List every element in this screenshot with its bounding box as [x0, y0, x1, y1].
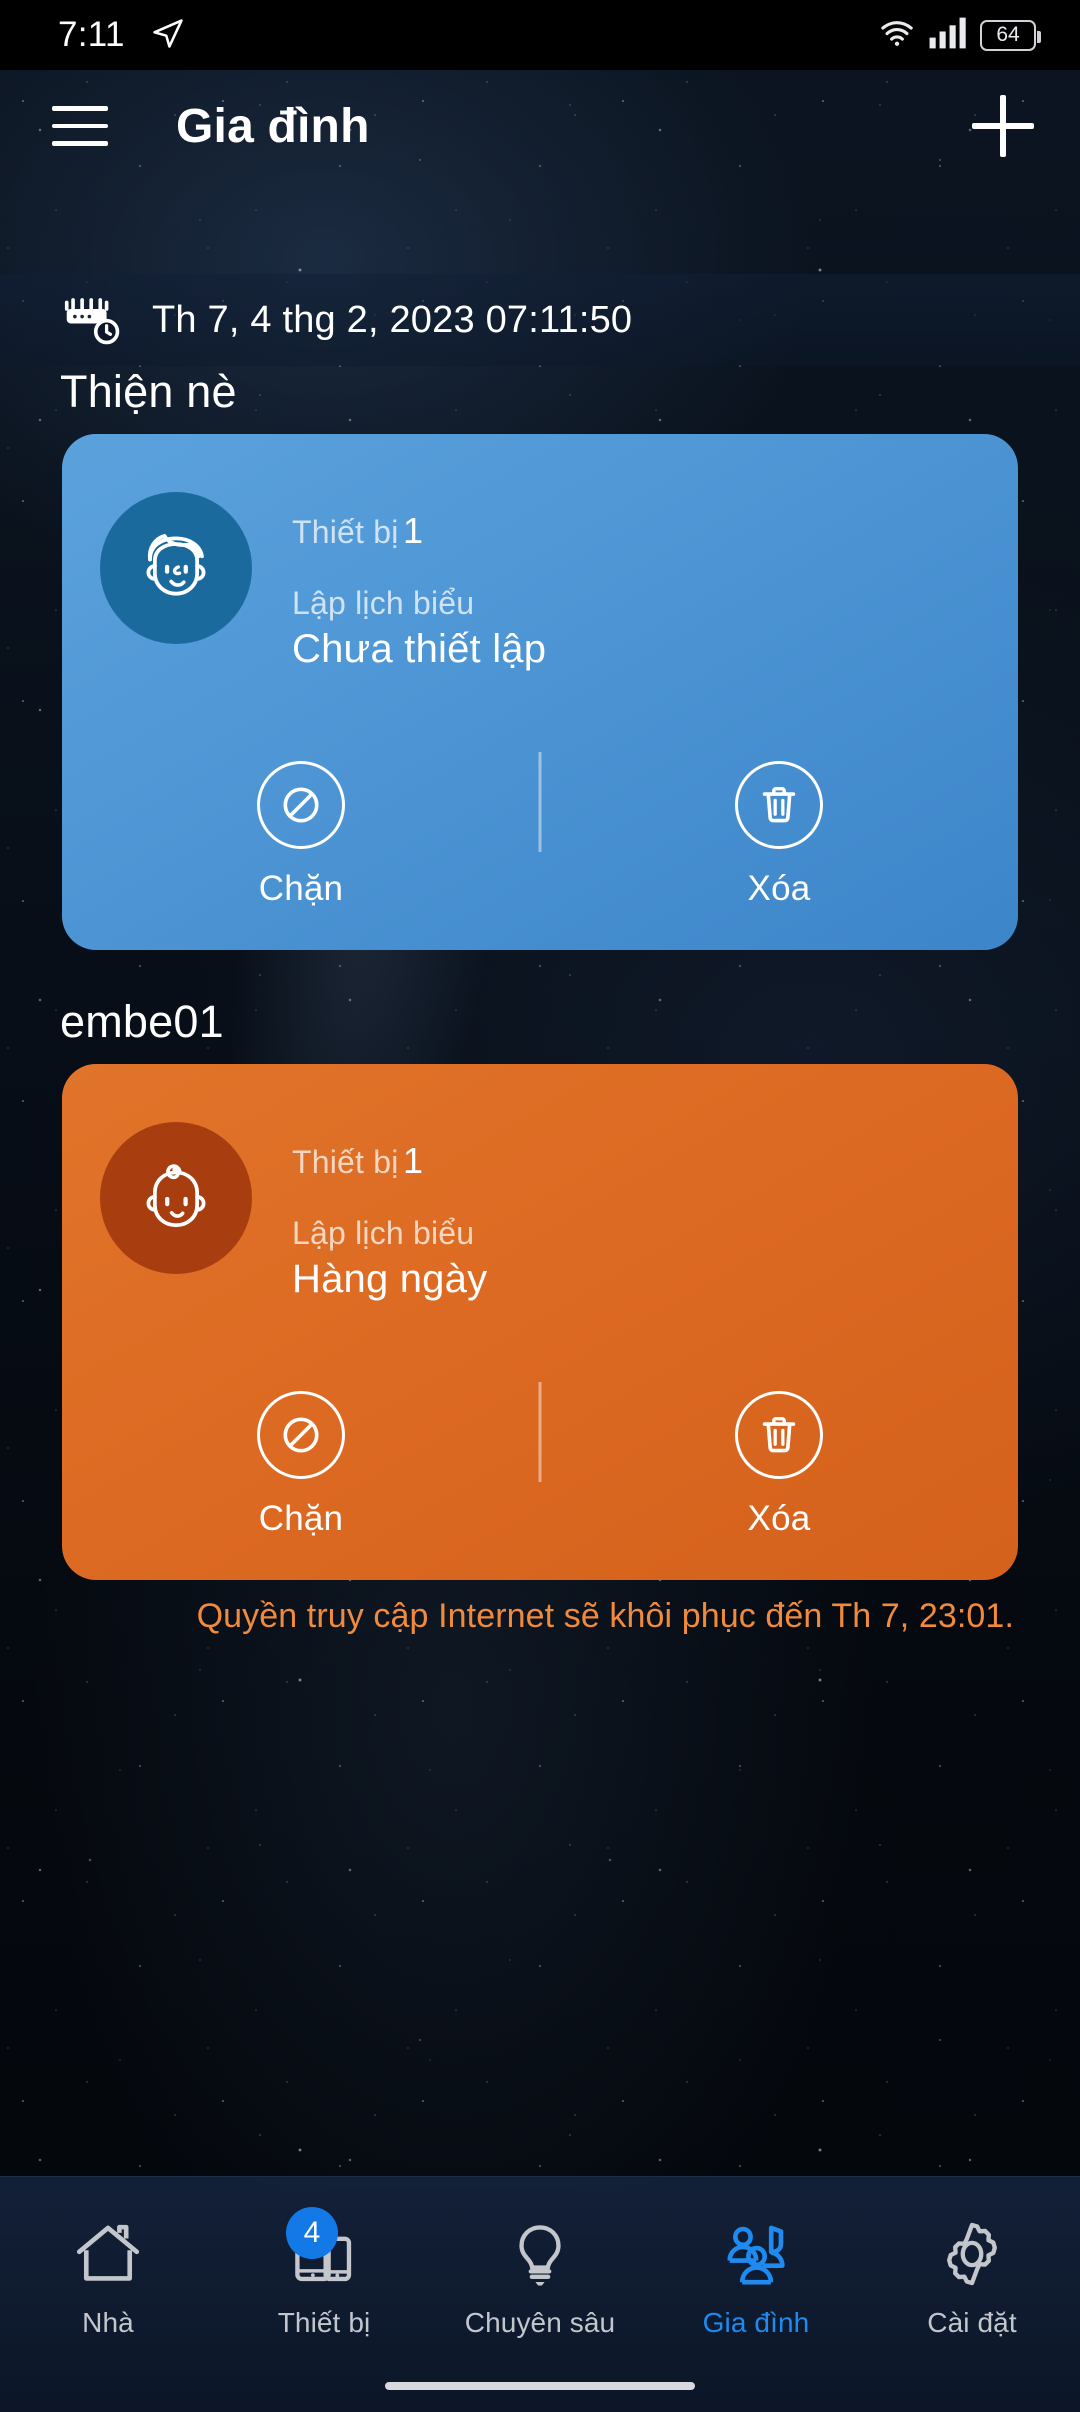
device-count-row: Thiết bị 1 [292, 1140, 487, 1182]
profile-card-info: Thiết bị 1 Lập lịch biểu Hàng ngày [292, 1122, 487, 1302]
router-clock-icon [62, 289, 124, 352]
home-indicator[interactable] [385, 2382, 695, 2390]
battery-level-label: 64 [996, 23, 1020, 46]
avatar [100, 492, 252, 644]
device-count-label: Thiết bị [292, 514, 399, 550]
trash-icon [735, 761, 823, 850]
delete-button[interactable]: Xóa [540, 761, 1018, 909]
devices-badge: 4 [286, 2207, 338, 2259]
nav-label-family: Gia đình [702, 2307, 810, 2338]
profile-card[interactable]: Thiết bị 1 Lập lịch biểu Chưa thiết lập [62, 434, 1018, 951]
page-title: Gia đình [176, 99, 370, 153]
profile-block: Thiện nè Thiết bị 1 Lập lịch biểu Chưa t… [0, 366, 1080, 951]
profile-card-actions: Chặn Xóa [62, 1350, 1018, 1580]
delete-button-label: Xóa [747, 1499, 811, 1539]
schedule-value: Chưa thiết lập [292, 627, 547, 672]
block-icon [257, 761, 345, 850]
battery-indicator: 64 [980, 19, 1041, 51]
schedule-row: Lập lịch biểu Chưa thiết lập [292, 585, 547, 672]
block-button-label: Chặn [258, 869, 344, 909]
profiles-list: Thiện nè Thiết bị 1 Lập lịch biểu Chưa t… [0, 366, 1080, 2136]
delete-button-label: Xóa [747, 869, 811, 909]
device-count-value: 1 [403, 1140, 424, 1182]
router-time-bar: Th 7, 4 thg 2, 2023 07:11:50 [0, 274, 1080, 366]
actions-divider [538, 1382, 542, 1483]
nav-item-devices[interactable]: 4 Thiết bị [216, 2207, 432, 2339]
schedule-label: Lập lịch biểu [292, 585, 475, 621]
home-icon [70, 2211, 146, 2297]
family-group-icon [718, 2211, 794, 2297]
nav-label-home: Nhà [82, 2307, 134, 2338]
devices-icon: 4 [286, 2207, 362, 2297]
block-icon [257, 1391, 345, 1480]
schedule-value: Hàng ngày [292, 1257, 488, 1302]
nav-item-settings[interactable]: Cài đặt [864, 2211, 1080, 2339]
send-icon [151, 16, 185, 55]
profile-card-header: Thiết bị 1 Lập lịch biểu Hàng ngày [62, 1100, 1018, 1302]
hamburger-menu-icon[interactable] [52, 106, 108, 147]
wifi-icon [878, 16, 916, 55]
schedule-label: Lập lịch biểu [292, 1215, 475, 1252]
profile-card-header: Thiết bị 1 Lập lịch biểu Chưa thiết lập [62, 470, 1018, 672]
actions-divider [538, 752, 542, 853]
nav-item-insights[interactable]: Chuyên sâu [432, 2211, 648, 2339]
device-count-label: Thiết bị [292, 1144, 399, 1181]
block-button[interactable]: Chặn [62, 1391, 540, 1539]
avatar [100, 1122, 252, 1275]
status-bar: 7:11 64 [0, 0, 1080, 70]
gear-icon [934, 2211, 1010, 2297]
profile-block: embe01 Thiết bị 1 Lập lịch biểu Hàng ngà… [0, 996, 1080, 1640]
internet-restore-note: Quyền truy cập Internet sẽ khôi phục đến… [196, 1597, 1014, 1636]
profile-card-info: Thiết bị 1 Lập lịch biểu Chưa thiết lập [292, 492, 546, 672]
nav-item-family[interactable]: Gia đình [648, 2211, 864, 2339]
nav-label-settings: Cài đặt [927, 2307, 1017, 2338]
list-gap [0, 950, 1080, 996]
baby-face-icon [124, 1144, 228, 1253]
lightbulb-icon [502, 2211, 578, 2297]
device-count-row: Thiết bị 1 [292, 510, 546, 552]
cellular-signal-icon [928, 16, 968, 55]
profile-name: Thiện nè [60, 366, 237, 417]
nav-item-home[interactable]: Nhà [0, 2211, 216, 2339]
schedule-row: Lập lịch biểu Hàng ngày [292, 1215, 488, 1302]
status-bar-left: 7:11 [58, 15, 185, 55]
block-button[interactable]: Chặn [62, 761, 540, 909]
status-bar-right: 64 [878, 16, 1041, 55]
bottom-navigation: Nhà 4 Thiết bị Chuyên sâu Gia đình Cài đ… [0, 2176, 1080, 2412]
trash-icon [735, 1391, 823, 1480]
status-bar-clock: 7:11 [58, 15, 125, 54]
profile-card[interactable]: Thiết bị 1 Lập lịch biểu Hàng ngày Chặn … [62, 1064, 1018, 1581]
profile-name: embe01 [60, 996, 224, 1048]
nav-label-devices: Thiết bị [277, 2307, 371, 2338]
profile-card-actions: Chặn Xóa [62, 720, 1018, 950]
add-profile-button[interactable] [972, 95, 1034, 157]
block-button-label: Chặn [258, 1499, 344, 1539]
boy-face-icon [124, 514, 228, 623]
delete-button[interactable]: Xóa [540, 1391, 1018, 1539]
app-bar: Gia đình [0, 70, 1080, 182]
device-count-value: 1 [403, 510, 424, 551]
nav-label-insights: Chuyên sâu [464, 2307, 616, 2338]
app-root: 7:11 64 Gia đình Th 7, 4 thg 2, 2023 07:… [0, 0, 1080, 2412]
router-time-text: Th 7, 4 thg 2, 2023 07:11:50 [152, 298, 633, 341]
